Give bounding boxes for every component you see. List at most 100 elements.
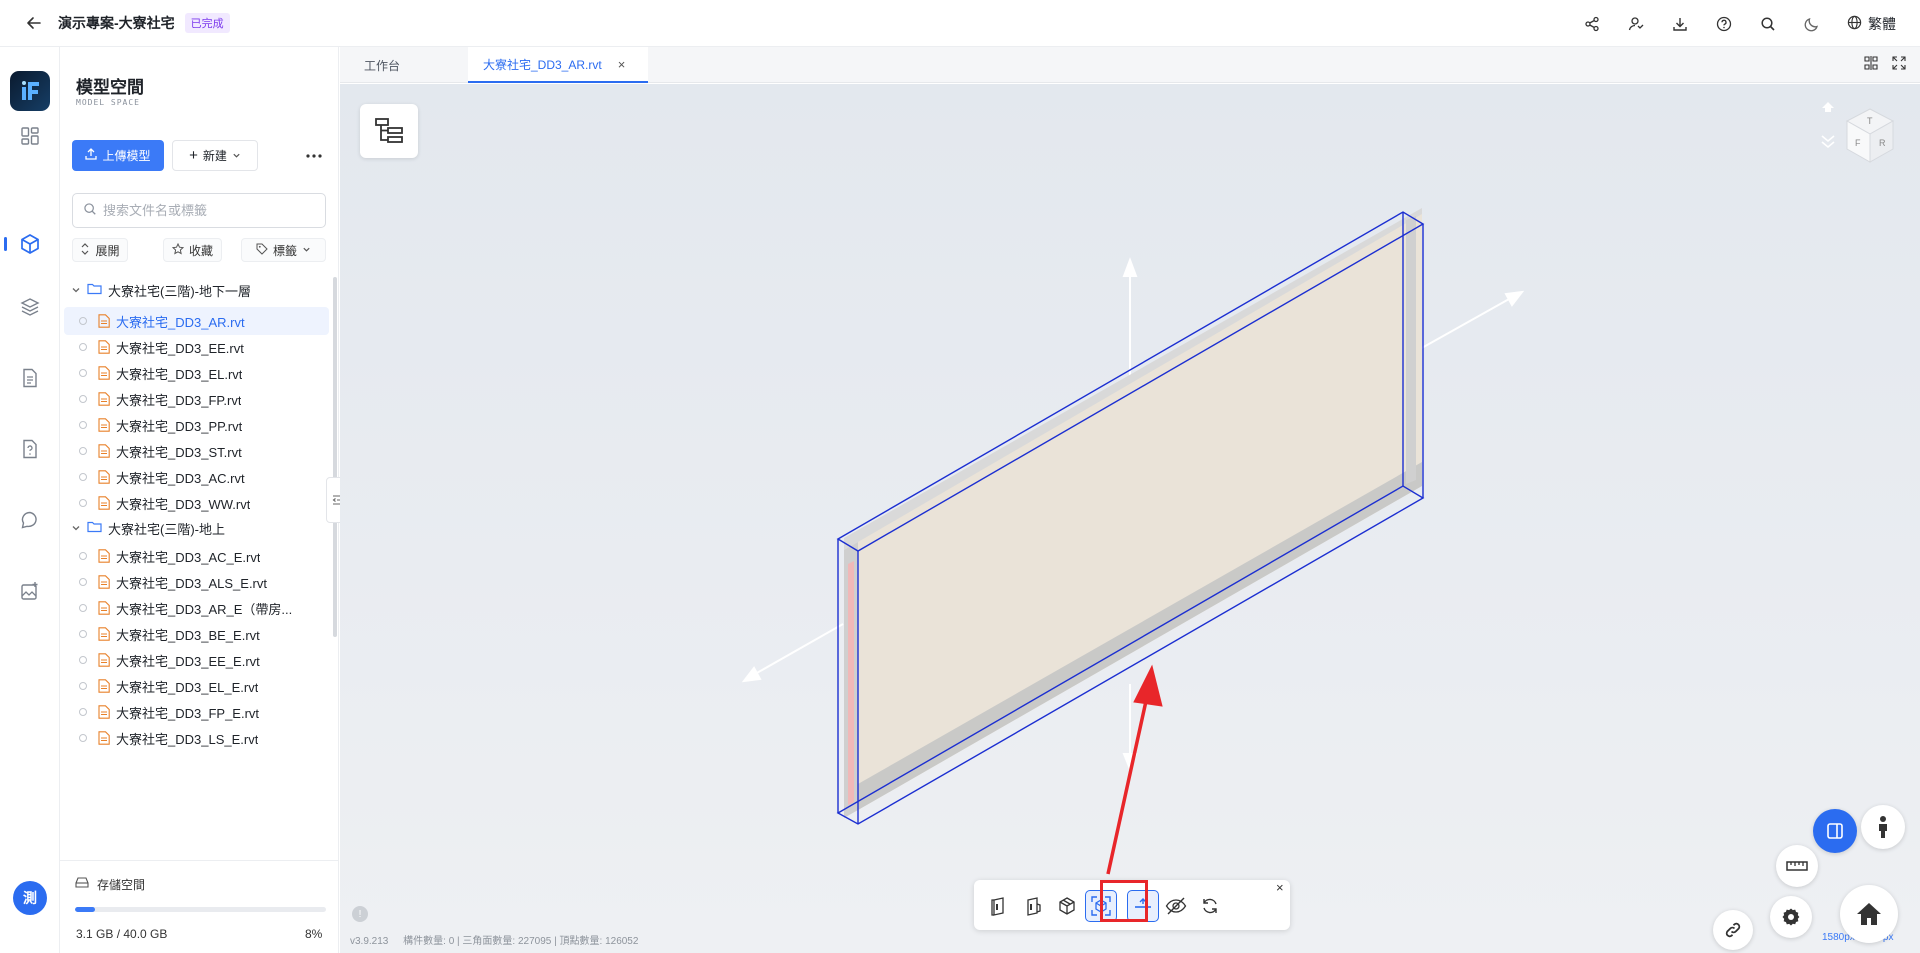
- file-item[interactable]: 大寮社宅_DD3_EL.rvt: [64, 359, 329, 387]
- viewer-status-line: v3.9.213 構件數量: 0 | 三角面數量: 227095 | 頂點數量:…: [350, 932, 638, 947]
- file-item[interactable]: 大寮社宅_DD3_PP.rvt: [64, 411, 329, 439]
- plus-icon: +: [189, 147, 198, 164]
- file-item[interactable]: 大寮社宅_DD3_AC.rvt: [64, 463, 329, 491]
- file-item[interactable]: 大寮社宅_DD3_EE_E.rvt: [64, 646, 329, 674]
- language-label: 繁體: [1868, 15, 1896, 32]
- more-options-icon[interactable]: [302, 144, 326, 168]
- chevron-down-icon: [71, 521, 81, 536]
- gear-icon: [1782, 908, 1800, 926]
- svg-text:F: F: [1855, 138, 1861, 148]
- file-item[interactable]: 大寮社宅_DD3_WW.rvt: [64, 489, 329, 517]
- file-icon: [98, 575, 110, 589]
- file-item[interactable]: 大寮社宅_DD3_AR.rvt: [64, 307, 329, 335]
- file-name: 大寮社宅_DD3_LS_E.rvt: [116, 731, 259, 747]
- reset-refresh-icon[interactable]: [1194, 890, 1226, 922]
- file-item[interactable]: 大寮社宅_DD3_EE.rvt: [64, 333, 329, 361]
- rail-active-indicator: [4, 237, 7, 251]
- folder-row[interactable]: 大寮社宅(三階)-地下一層: [60, 277, 332, 303]
- user-avatar[interactable]: 測: [13, 881, 47, 915]
- hide-eye-icon[interactable]: [1160, 890, 1192, 922]
- status-circle-icon: [79, 682, 87, 690]
- app-logo[interactable]: [10, 71, 50, 111]
- measure-button[interactable]: [1776, 845, 1818, 887]
- status-badge: 已完成: [184, 13, 230, 33]
- storage-progress-bar: [75, 907, 326, 912]
- link-button[interactable]: [1713, 910, 1753, 950]
- storage-progress-fill: [75, 907, 96, 912]
- expand-filter-button[interactable]: 展開: [72, 238, 128, 262]
- file-item[interactable]: 大寮社宅_DD3_ST.rvt: [64, 437, 329, 465]
- status-circle-icon: [79, 630, 87, 638]
- section-box-icon[interactable]: [983, 890, 1015, 922]
- file-item[interactable]: 大寮社宅_DD3_LS_E.rvt: [64, 724, 329, 752]
- expand-label: 展開: [95, 243, 120, 258]
- file-icon: [98, 601, 110, 615]
- file-name: 大寮社宅_DD3_AC.rvt: [116, 470, 245, 486]
- question-document-icon[interactable]: [18, 437, 42, 461]
- close-icon[interactable]: ×: [618, 57, 626, 72]
- help-icon[interactable]: [1715, 15, 1733, 33]
- file-icon: [98, 340, 110, 354]
- close-toolbar-icon[interactable]: ×: [1276, 880, 1284, 895]
- file-name: 大寮社宅_DD3_PP.rvt: [116, 418, 243, 434]
- user-manage-icon[interactable]: [1627, 15, 1645, 33]
- file-item[interactable]: 大寮社宅_DD3_AC_E.rvt: [64, 542, 329, 570]
- dashboard-grid-icon[interactable]: [18, 124, 42, 148]
- model-viewer-canvas[interactable]: T F R × ! v3.9.213 構件數量: 0 | 三角面數量: 2270…: [340, 84, 1920, 953]
- explode-view-icon[interactable]: [1051, 890, 1083, 922]
- document-icon[interactable]: [18, 366, 42, 390]
- image-gallery-icon[interactable]: [18, 579, 42, 603]
- storage-label: 存儲空間: [97, 878, 146, 892]
- info-icon[interactable]: !: [352, 906, 368, 922]
- stats-text: 構件數量: 0 | 三角面數量: 227095 | 頂點數量: 126052: [403, 936, 639, 947]
- download-icon[interactable]: [1671, 15, 1689, 33]
- status-circle-icon: [79, 421, 87, 429]
- search-input[interactable]: [103, 203, 313, 218]
- walk-mode-button[interactable]: [1861, 805, 1905, 849]
- ruler-icon: [1786, 861, 1808, 871]
- file-item[interactable]: 大寮社宅_DD3_ALS_E.rvt: [64, 568, 329, 596]
- top-header: 演示專案-大寮社宅 已完成 繁體: [0, 0, 1920, 47]
- layers-icon[interactable]: [18, 295, 42, 319]
- chevron-down-icon: [232, 149, 241, 163]
- file-item[interactable]: 大寮社宅_DD3_FP.rvt: [64, 385, 329, 413]
- file-item[interactable]: 大寮社宅_DD3_EL_E.rvt: [64, 672, 329, 700]
- file-item[interactable]: 大寮社宅_DD3_AR_E（帶房...: [64, 594, 329, 622]
- file-icon: [98, 731, 110, 745]
- status-circle-icon: [79, 734, 87, 742]
- share-icon[interactable]: [1583, 15, 1601, 33]
- tab-model-file[interactable]: 大寮社宅_DD3_AR.rvt ×: [468, 47, 648, 83]
- file-name: 大寮社宅_DD3_EE_E.rvt: [116, 653, 260, 669]
- folder-name: 大寮社宅(三階)-地上: [108, 521, 225, 537]
- upload-model-button[interactable]: 上傳模型: [72, 140, 164, 171]
- chat-bubble-icon[interactable]: [18, 508, 42, 532]
- fullscreen-icon[interactable]: [1892, 56, 1906, 73]
- status-circle-icon: [79, 343, 87, 351]
- split-view-icon[interactable]: [1864, 56, 1878, 73]
- new-button[interactable]: + 新建: [172, 140, 258, 171]
- favorite-filter-button[interactable]: 收藏: [163, 238, 222, 262]
- file-name: 大寮社宅_DD3_AC_E.rvt: [116, 549, 261, 565]
- tab-label: 大寮社宅_DD3_AR.rvt: [483, 57, 602, 72]
- model-cube-icon[interactable]: [18, 232, 42, 256]
- status-circle-icon: [79, 656, 87, 664]
- upload-icon: [85, 148, 98, 163]
- back-arrow-icon[interactable]: [24, 13, 44, 33]
- folder-row[interactable]: 大寮社宅(三階)-地上: [60, 515, 332, 541]
- dark-mode-moon-icon[interactable]: [1803, 15, 1821, 33]
- file-item[interactable]: 大寮社宅_DD3_BE_E.rvt: [64, 620, 329, 648]
- language-switch[interactable]: 繁體: [1847, 14, 1896, 34]
- view-cube[interactable]: T F R: [1810, 94, 1910, 194]
- file-item[interactable]: 大寮社宅_DD3_FP_E.rvt: [64, 698, 329, 726]
- status-circle-icon: [79, 578, 87, 586]
- home-view-button[interactable]: [1840, 885, 1898, 943]
- settings-button[interactable]: [1770, 896, 1812, 938]
- tags-filter-button[interactable]: 標籤: [241, 238, 326, 262]
- tree-scrollbar[interactable]: [333, 277, 337, 637]
- section-plane-icon[interactable]: [1017, 890, 1049, 922]
- tab-workbench[interactable]: 工作台: [364, 47, 400, 83]
- properties-panel-button[interactable]: [1813, 809, 1857, 853]
- file-icon: [98, 705, 110, 719]
- folder-icon: [87, 282, 102, 298]
- search-icon[interactable]: [1759, 15, 1777, 33]
